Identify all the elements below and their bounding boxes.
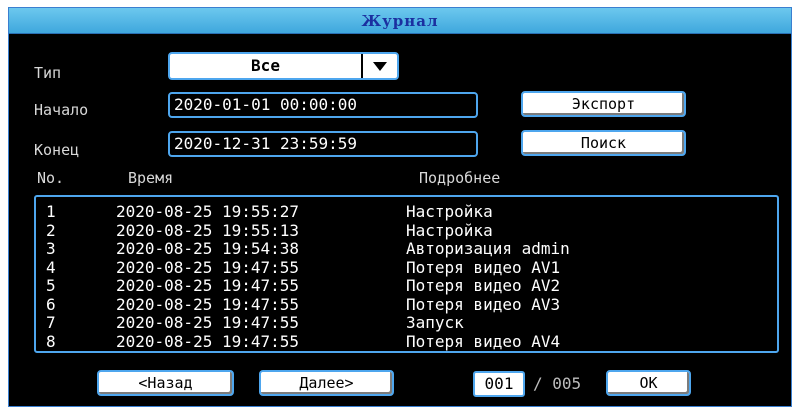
table-row[interactable]: 4 2020-08-25 19:47:55 Потеря видео AV1 (36, 257, 777, 278)
row-number: 5 (46, 276, 56, 295)
row-time: 2020-08-25 19:54:38 (116, 239, 300, 258)
row-detail: Авторизация admin (406, 239, 570, 258)
column-header-no: No. (37, 169, 65, 187)
row-number: 6 (46, 294, 56, 314)
row-time: 2020-08-25 19:55:27 (116, 202, 300, 221)
row-number: 8 (46, 331, 56, 351)
row-detail: Потеря видео AV3 (406, 294, 561, 314)
table-row[interactable]: 2 2020-08-25 19:55:13 Настройка (36, 220, 777, 241)
row-number: 1 (46, 202, 56, 221)
row-detail: Запуск (406, 313, 464, 332)
dropdown-arrow-button[interactable] (361, 54, 397, 78)
row-number: 3 (46, 239, 56, 258)
end-label: Конец (34, 141, 80, 159)
type-label: Тип (34, 64, 62, 82)
row-time: 2020-08-25 19:47:55 (116, 294, 300, 314)
row-time: 2020-08-25 19:47:55 (116, 257, 300, 277)
table-row[interactable]: 8 2020-08-25 19:47:55 Потеря видео AV4 (36, 331, 777, 352)
end-datetime-field[interactable]: 2020-12-31 23:59:59 (168, 131, 478, 157)
row-number: 4 (46, 257, 56, 277)
row-detail: Потеря видео AV2 (406, 276, 561, 295)
next-page-button[interactable]: Далее> (259, 370, 394, 396)
row-time: 2020-08-25 19:55:13 (116, 220, 300, 240)
row-time: 2020-08-25 19:47:55 (116, 313, 300, 332)
row-number: 7 (46, 313, 56, 332)
row-detail: Настройка (406, 202, 493, 221)
export-button[interactable]: Экспорт (521, 91, 686, 117)
column-header-detail: Подробнее (419, 169, 501, 187)
row-number: 2 (46, 220, 56, 240)
log-window: Журнал Тип Все Начало 2020-01-01 00:00:0… (8, 7, 792, 407)
triangle-down-icon (373, 61, 387, 71)
window-title: Журнал (361, 11, 439, 30)
title-bar: Журнал (9, 8, 791, 34)
table-row[interactable]: 1 2020-08-25 19:55:27 Настройка (36, 203, 777, 222)
column-header-time: Время (128, 169, 174, 187)
table-row[interactable]: 7 2020-08-25 19:47:55 Запуск (36, 314, 777, 333)
total-pages: / 005 (533, 374, 582, 393)
row-detail: Потеря видео AV4 (406, 331, 561, 351)
ok-button[interactable]: OK (606, 370, 691, 396)
row-detail: Настройка (406, 220, 493, 240)
type-select-value: Все (251, 56, 280, 75)
log-list[interactable]: 1 2020-08-25 19:55:27 Настройка 2 2020-0… (34, 195, 779, 353)
page-number-input[interactable]: 001 (473, 371, 525, 397)
start-datetime-field[interactable]: 2020-01-01 00:00:00 (168, 92, 478, 118)
row-time: 2020-08-25 19:47:55 (116, 276, 300, 295)
type-select[interactable]: Все (168, 52, 399, 80)
prev-page-button[interactable]: <Назад (97, 370, 234, 396)
row-time: 2020-08-25 19:47:55 (116, 331, 300, 351)
row-detail: Потеря видео AV1 (406, 257, 561, 277)
table-row[interactable]: 6 2020-08-25 19:47:55 Потеря видео AV3 (36, 294, 777, 315)
table-row[interactable]: 5 2020-08-25 19:47:55 Потеря видео AV2 (36, 277, 777, 296)
search-button[interactable]: Поиск (521, 130, 686, 156)
table-row[interactable]: 3 2020-08-25 19:54:38 Авторизация admin (36, 240, 777, 259)
start-label: Начало (34, 101, 89, 119)
